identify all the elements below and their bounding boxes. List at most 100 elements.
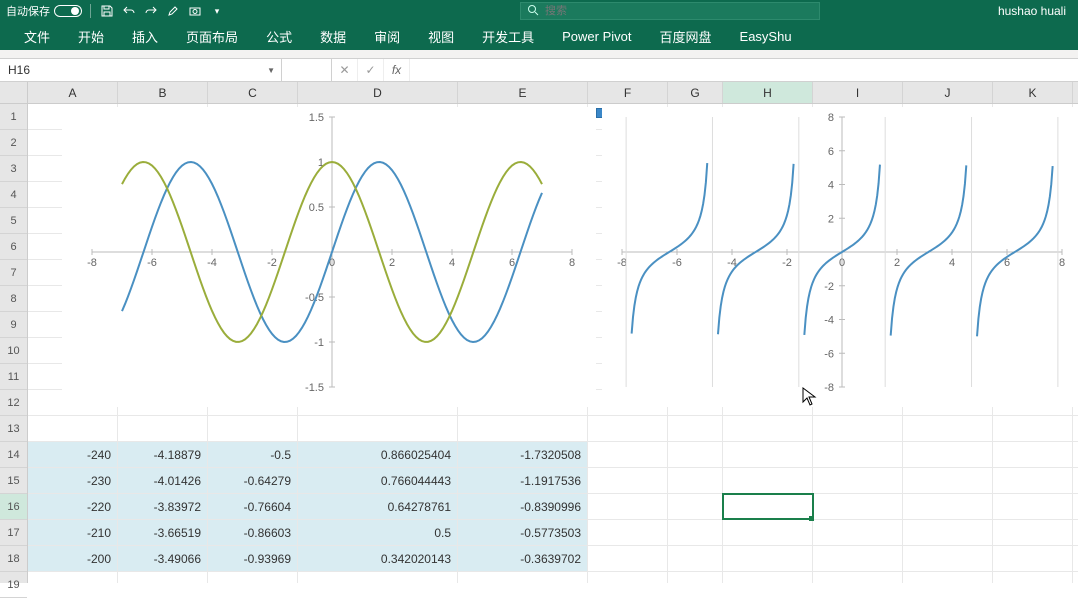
cell[interactable]: -220: [28, 494, 118, 519]
cell[interactable]: -4.18879: [118, 442, 208, 467]
cell[interactable]: [813, 520, 903, 545]
cell[interactable]: [668, 494, 723, 519]
row-header[interactable]: 9: [0, 312, 27, 338]
cell[interactable]: [723, 520, 813, 545]
undo-icon[interactable]: [121, 3, 137, 19]
tab-developer[interactable]: 开发工具: [468, 22, 548, 50]
cell[interactable]: [668, 520, 723, 545]
cell[interactable]: [458, 416, 588, 441]
cell[interactable]: 0.766044443: [298, 468, 458, 493]
cell[interactable]: -210: [28, 520, 118, 545]
row-header[interactable]: 8: [0, 286, 27, 312]
cell[interactable]: [588, 546, 668, 571]
row-header[interactable]: 17: [0, 520, 27, 546]
cell[interactable]: [588, 468, 668, 493]
row-header[interactable]: 2: [0, 130, 27, 156]
cell[interactable]: [723, 546, 813, 571]
cell[interactable]: -0.5773503: [458, 520, 588, 545]
formula-input[interactable]: [410, 59, 1078, 81]
cell[interactable]: [813, 416, 903, 441]
cell[interactable]: [903, 494, 993, 519]
cell[interactable]: -4.01426: [118, 468, 208, 493]
cell[interactable]: [813, 546, 903, 571]
cell[interactable]: [813, 442, 903, 467]
redo-icon[interactable]: [143, 3, 159, 19]
cell[interactable]: [208, 416, 298, 441]
cell[interactable]: -3.66519: [118, 520, 208, 545]
col-header[interactable]: B: [118, 82, 208, 103]
row-header[interactable]: 13: [0, 416, 27, 442]
cell[interactable]: [723, 442, 813, 467]
cell[interactable]: [668, 442, 723, 467]
tab-data[interactable]: 数据: [306, 22, 360, 50]
cell[interactable]: [813, 468, 903, 493]
row-header[interactable]: 4: [0, 182, 27, 208]
cell[interactable]: -0.8390996: [458, 494, 588, 519]
col-header[interactable]: G: [668, 82, 723, 103]
row-header[interactable]: 10: [0, 338, 27, 364]
row-header[interactable]: 16: [0, 494, 27, 520]
row-header[interactable]: 6: [0, 234, 27, 260]
col-header[interactable]: F: [588, 82, 668, 103]
row-header[interactable]: 18: [0, 546, 27, 572]
cell[interactable]: -230: [28, 468, 118, 493]
row-header[interactable]: 12: [0, 390, 27, 416]
cell[interactable]: [993, 494, 1073, 519]
cell[interactable]: [993, 520, 1073, 545]
cell[interactable]: [993, 416, 1073, 441]
cell[interactable]: 0.5: [298, 520, 458, 545]
enter-formula-icon[interactable]: ✓: [358, 59, 384, 81]
tab-insert[interactable]: 插入: [118, 22, 172, 50]
cell[interactable]: [813, 494, 903, 519]
cell[interactable]: -0.76604: [208, 494, 298, 519]
cell[interactable]: [668, 468, 723, 493]
qat-more-icon[interactable]: ▾: [209, 3, 225, 19]
cell[interactable]: [903, 442, 993, 467]
cell[interactable]: [668, 416, 723, 441]
tab-file[interactable]: 文件: [10, 22, 64, 50]
cell[interactable]: [723, 468, 813, 493]
autosave-toggle[interactable]: 自动保存: [6, 3, 82, 19]
name-box[interactable]: H16▼: [0, 59, 282, 81]
cell[interactable]: [588, 520, 668, 545]
account-name[interactable]: hushao huali: [998, 4, 1078, 18]
cell[interactable]: -0.3639702: [458, 546, 588, 571]
chart-tan[interactable]: -8-6-4-202468-8-6-4-22468: [602, 107, 1078, 407]
row-header[interactable]: 14: [0, 442, 27, 468]
fx-icon[interactable]: fx: [384, 59, 410, 81]
cell[interactable]: [588, 416, 668, 441]
cell[interactable]: [903, 468, 993, 493]
cell[interactable]: [723, 494, 813, 519]
cell[interactable]: -1.7320508: [458, 442, 588, 467]
cell[interactable]: -0.5: [208, 442, 298, 467]
row-header[interactable]: 15: [0, 468, 27, 494]
row-header[interactable]: 3: [0, 156, 27, 182]
chart-sin-cos[interactable]: -8-6-4-202468-1.5-1-0.50.511.5: [62, 107, 596, 407]
brush-icon[interactable]: [165, 3, 181, 19]
cell[interactable]: [993, 468, 1073, 493]
tab-powerpivot[interactable]: Power Pivot: [548, 22, 645, 50]
tab-home[interactable]: 开始: [64, 22, 118, 50]
cell[interactable]: [668, 546, 723, 571]
col-header[interactable]: E: [458, 82, 588, 103]
cell[interactable]: -3.83972: [118, 494, 208, 519]
cell[interactable]: 0.342020143: [298, 546, 458, 571]
tab-baidupan[interactable]: 百度网盘: [646, 22, 726, 50]
tab-easyshu[interactable]: EasyShu: [726, 22, 806, 50]
cell[interactable]: -1.1917536: [458, 468, 588, 493]
tab-view[interactable]: 视图: [414, 22, 468, 50]
worksheet[interactable]: 1 2 3 4 5 6 7 8 9 10 11 12 13 14 15 16 1…: [0, 82, 1078, 583]
cell[interactable]: [723, 416, 813, 441]
row-header[interactable]: 5: [0, 208, 27, 234]
col-header[interactable]: D: [298, 82, 458, 103]
camera-icon[interactable]: [187, 3, 203, 19]
cell[interactable]: 0.64278761: [298, 494, 458, 519]
cell[interactable]: [903, 546, 993, 571]
cell[interactable]: [28, 416, 118, 441]
cell[interactable]: [588, 494, 668, 519]
row-header[interactable]: 11: [0, 364, 27, 390]
cell[interactable]: [118, 416, 208, 441]
save-icon[interactable]: [99, 3, 115, 19]
cell[interactable]: -0.93969: [208, 546, 298, 571]
cell[interactable]: [903, 520, 993, 545]
